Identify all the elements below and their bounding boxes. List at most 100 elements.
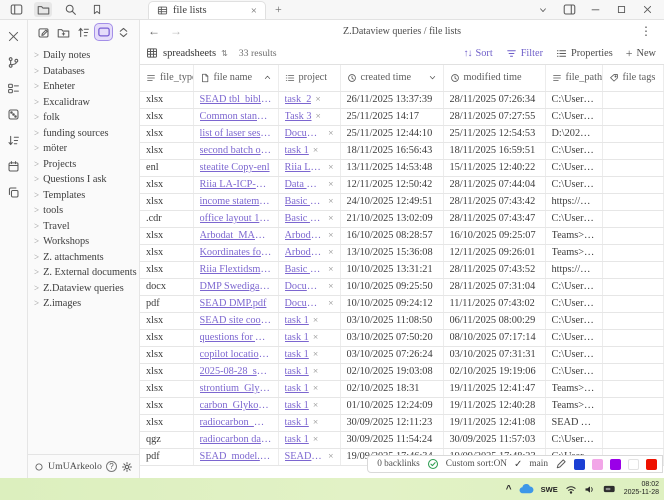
cell-project[interactable]: task 1× [278,346,340,363]
cell-file-name[interactable]: Arbodat_MAL_Elena_ing [193,227,278,244]
cell-file-type[interactable]: xlsx [140,346,193,363]
new-tab-button[interactable]: + [266,0,291,19]
cell-file-name-link[interactable]: radiocarbon_Glykou_etal [200,417,272,428]
remove-project-icon[interactable]: × [313,333,318,343]
cell-created-time[interactable]: 10/10/2025 09:25:50 [340,278,443,295]
cell-modified-time[interactable]: 12/11/2025 09:26:01 [443,244,545,261]
cell-project[interactable]: Basic ad…× [278,193,340,210]
cell-project[interactable]: Riia LA…× [278,159,340,176]
cell-created-time[interactable]: 26/11/2025 13:37:39 [340,91,443,108]
remove-project-icon[interactable]: × [313,367,318,377]
cell-file-tags[interactable] [602,431,664,448]
cell-file-type[interactable]: xlsx [140,176,193,193]
bookmarks-button[interactable] [88,2,106,17]
cell-modified-time[interactable]: 16/10/2025 09:25:07 [443,227,545,244]
project-link[interactable]: task 1 [285,383,309,394]
cell-file-path[interactable]: Teams>Ta… [545,227,602,244]
cell-file-tags[interactable] [602,278,664,295]
cell-file-type[interactable]: xlsx [140,363,193,380]
cell-file-name-link[interactable]: copilot locations xlsx [200,349,272,360]
remove-project-icon[interactable]: × [313,401,318,411]
project-link[interactable]: Docume… [285,298,325,309]
project-link[interactable]: Basic ad… [285,213,325,224]
cell-created-time[interactable]: 21/10/2025 13:02:09 [340,210,443,227]
cell-file-name-link[interactable]: Common standard ontolog [200,111,272,122]
cell-modified-time[interactable]: 06/11/2025 08:00:29 [443,312,545,329]
project-link[interactable]: task 1 [285,145,309,156]
cell-file-type[interactable]: enl [140,159,193,176]
cell-file-path[interactable]: C:\Users\r… [545,91,602,108]
cell-file-tags[interactable] [602,312,664,329]
wifi-icon[interactable] [565,484,577,495]
cell-modified-time[interactable]: 28/11/2025 07:27:55 [443,108,545,125]
folder-plus-icon[interactable] [55,24,72,40]
cell-file-name[interactable]: SEAD_model.pdf [193,448,278,465]
folder-item-z-attachments[interactable]: >Z. attachments [28,250,139,266]
cell-file-path[interactable]: https://um… [545,193,602,210]
sort-numbered-icon[interactable] [5,132,23,148]
cell-modified-time[interactable]: 28/11/2025 07:43:52 [443,261,545,278]
color-swatch-3[interactable] [628,459,639,470]
cell-modified-time[interactable]: 03/10/2025 07:31:31 [443,346,545,363]
cell-modified-time[interactable]: 28/11/2025 07:43:47 [443,210,545,227]
cell-modified-time[interactable]: 15/11/2025 12:40:22 [443,159,545,176]
maximize-button[interactable] [610,2,632,18]
project-link[interactable]: Basic ad… [285,264,325,275]
cell-project[interactable]: task 1× [278,329,340,346]
cell-project[interactable]: task 1× [278,312,340,329]
folder-item-enheter[interactable]: >Enheter [28,79,139,95]
cell-file-name[interactable]: Koordinates for MAL site [193,244,278,261]
cell-file-type[interactable]: xlsx [140,142,193,159]
settings-gear-icon[interactable] [121,461,133,473]
project-link[interactable]: Data ma… [285,179,325,190]
column-header-file-tags[interactable]: file tags [602,65,664,91]
checkmark-icon[interactable]: ✓ [514,459,522,470]
cell-project[interactable]: task_2× [278,91,340,108]
cell-created-time[interactable]: 16/10/2025 08:28:57 [340,227,443,244]
cell-project[interactable]: SEAD_…× [278,448,340,465]
cell-file-path[interactable]: Teams>Ta… [545,397,602,414]
cell-modified-time[interactable]: 19/11/2025 12:40:28 [443,397,545,414]
cell-file-name[interactable]: questions for Aikaterini xl [193,329,278,346]
cell-project[interactable]: task 1× [278,397,340,414]
cell-file-name[interactable]: strontium_Glykou_etal_2 [193,380,278,397]
remove-project-icon[interactable]: × [313,418,318,428]
onedrive-cloud-icon[interactable] [519,484,534,495]
cell-file-name-link[interactable]: radiocarbon data location [200,434,272,445]
cell-file-tags[interactable] [602,363,664,380]
cell-created-time[interactable]: 10/10/2025 09:24:12 [340,295,443,312]
remove-project-icon[interactable]: × [313,384,318,394]
calendar-icon[interactable] [5,158,23,174]
cell-file-path[interactable]: C:\Users\r… [545,159,602,176]
tab-close-icon[interactable]: × [251,5,257,17]
new-entry-button[interactable]: + New [626,46,656,61]
card-view-icon[interactable] [95,24,112,40]
cell-file-name-link[interactable]: office layout 1-4598.cdr [200,213,272,224]
cell-file-name[interactable]: office layout 1-4598.cdr [193,210,278,227]
taskbar-clock[interactable]: 08:02 2025-11-28 [624,481,659,498]
collapse-icon[interactable] [115,24,132,40]
cell-project[interactable]: Arbodat…× [278,244,340,261]
cell-project[interactable]: Docume…× [278,295,340,312]
cell-file-name-link[interactable]: income statements summa [200,196,272,207]
column-header-created-time[interactable]: created time [340,65,443,91]
cell-project[interactable]: Basic ad…× [278,210,340,227]
cell-file-name-link[interactable]: 2025-08-28_sead_sites_e [200,366,272,377]
cell-file-name-link[interactable]: SEAD site coordinates.xl [200,315,272,326]
remove-project-icon[interactable]: × [328,163,333,173]
remove-project-icon[interactable]: × [328,299,333,309]
cell-file-type[interactable]: xlsx [140,227,193,244]
folder-item-workshops[interactable]: >Workshops [28,234,139,250]
navigate-back-button[interactable]: ← [148,24,160,39]
column-header-project[interactable]: project [278,65,340,91]
filter-button[interactable]: Filter [506,48,543,59]
dice-icon[interactable] [5,106,23,122]
folder-item-templates[interactable]: >Templates [28,188,139,204]
cell-file-tags[interactable] [602,125,664,142]
color-swatch-1[interactable] [592,459,603,470]
navigate-forward-button[interactable]: → [170,24,182,39]
hidden-icons-chevron-icon[interactable]: ^ [506,484,512,495]
project-link[interactable]: SEAD_… [285,451,325,462]
cell-file-type[interactable]: xlsx [140,380,193,397]
vault-name[interactable]: UmUArkeolo… [48,461,102,472]
